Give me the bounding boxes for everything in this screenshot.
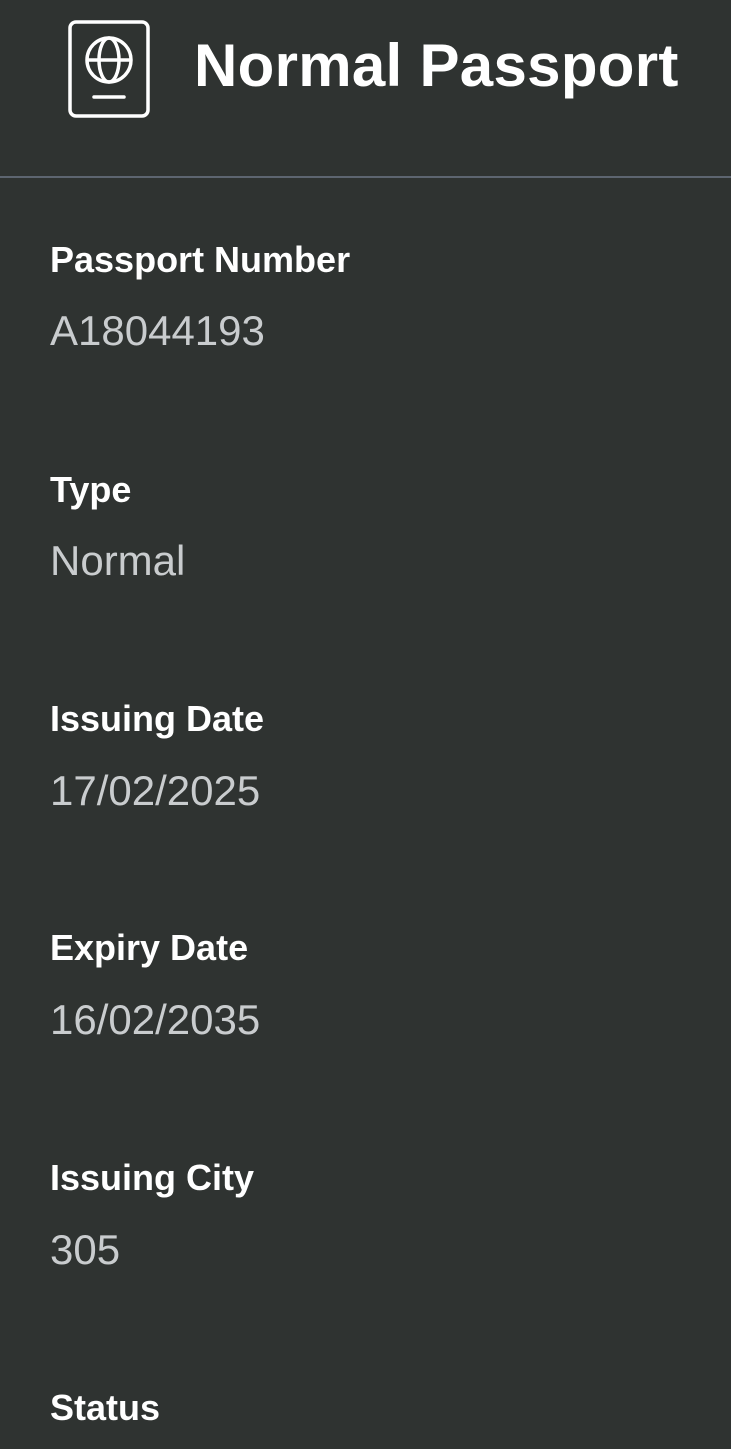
- status-label: Status: [50, 1387, 161, 1428]
- issuing-city-label: Issuing City: [50, 1157, 255, 1198]
- passport-number-value: A18044193: [50, 307, 265, 354]
- type-value: Normal: [50, 537, 186, 584]
- passport-number-label: Passport Number: [50, 239, 351, 280]
- passport-icon: [68, 20, 150, 118]
- issuing-date-value: 17/02/2025: [50, 767, 261, 814]
- issuing-city-value: 305: [50, 1226, 121, 1273]
- page-title: Normal Passport: [194, 32, 679, 99]
- expiry-date-value: 16/02/2035: [50, 996, 261, 1043]
- expiry-date-label: Expiry Date: [50, 927, 249, 968]
- header-divider: [0, 176, 731, 178]
- issuing-date-label: Issuing Date: [50, 698, 265, 739]
- page-header: Normal Passport: [0, 0, 731, 177]
- type-label: Type: [50, 469, 132, 510]
